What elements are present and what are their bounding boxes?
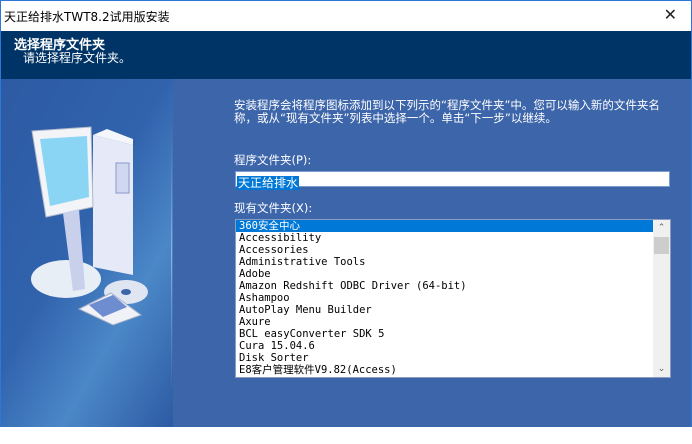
window-title: 天正给排水TWT8.2试用版安装 — [4, 10, 170, 24]
folder-list-item[interactable]: Ashampoo — [236, 292, 653, 304]
folder-list-item[interactable]: BCL easyConverter SDK 5 — [236, 328, 653, 340]
program-folder-value: 天正给排水 — [237, 176, 300, 190]
side-banner — [1, 79, 173, 427]
existing-folders-list[interactable]: 360安全中心 Accessibility Accessories Administr… — [235, 219, 671, 378]
folder-list-item[interactable]: Amazon Redshift ODBC Driver (64-bit) — [236, 280, 653, 292]
title-bar: 天正给排水TWT8.2试用版安装 ✕ — [0, 0, 692, 31]
instruction-text: 安装程序会将程序图标添加到以下列示的“程序文件夹”中。您可以输入新的文件夹名称，… — [234, 98, 660, 125]
scrollbar[interactable]: ⌃ ⌄ — [653, 220, 670, 377]
close-button[interactable]: ✕ — [664, 5, 677, 24]
existing-folders-label: 现有文件夹(X): — [234, 201, 313, 215]
scroll-up-icon[interactable]: ⌃ — [653, 220, 670, 236]
computer-install-icon — [31, 126, 148, 326]
folder-list-item[interactable]: Administrative Tools — [236, 256, 653, 268]
folder-list-item[interactable]: 360安全中心 — [236, 220, 653, 232]
folder-list-item[interactable]: Disk Sorter — [236, 352, 653, 364]
program-folder-input[interactable]: 天正给排水 — [235, 171, 670, 190]
folder-list-item[interactable]: E8客户管理软件V9.82(Access) — [236, 364, 653, 376]
wizard-body: 安装程序会将程序图标添加到以下列示的“程序文件夹”中。您可以输入新的文件夹名称，… — [0, 79, 692, 427]
folder-list-item[interactable]: Accessibility — [236, 232, 653, 244]
scroll-down-icon[interactable]: ⌄ — [653, 361, 670, 377]
folder-list-item[interactable]: Accessories — [236, 244, 653, 256]
folder-list-item[interactable]: Adobe — [236, 268, 653, 280]
scrollbar-thumb[interactable] — [654, 237, 669, 254]
page-subtitle: 请选择程序文件夹。 — [23, 51, 132, 65]
folder-list-item[interactable]: Cura 15.04.6 — [236, 340, 653, 352]
program-folder-label: 程序文件夹(P): — [234, 153, 312, 167]
divider — [171, 119, 172, 389]
folder-list-item[interactable]: Axure — [236, 316, 653, 328]
wizard-header: 选择程序文件夹 请选择程序文件夹。 — [0, 31, 692, 79]
folder-list-item[interactable]: AutoPlay Menu Builder — [236, 304, 653, 316]
